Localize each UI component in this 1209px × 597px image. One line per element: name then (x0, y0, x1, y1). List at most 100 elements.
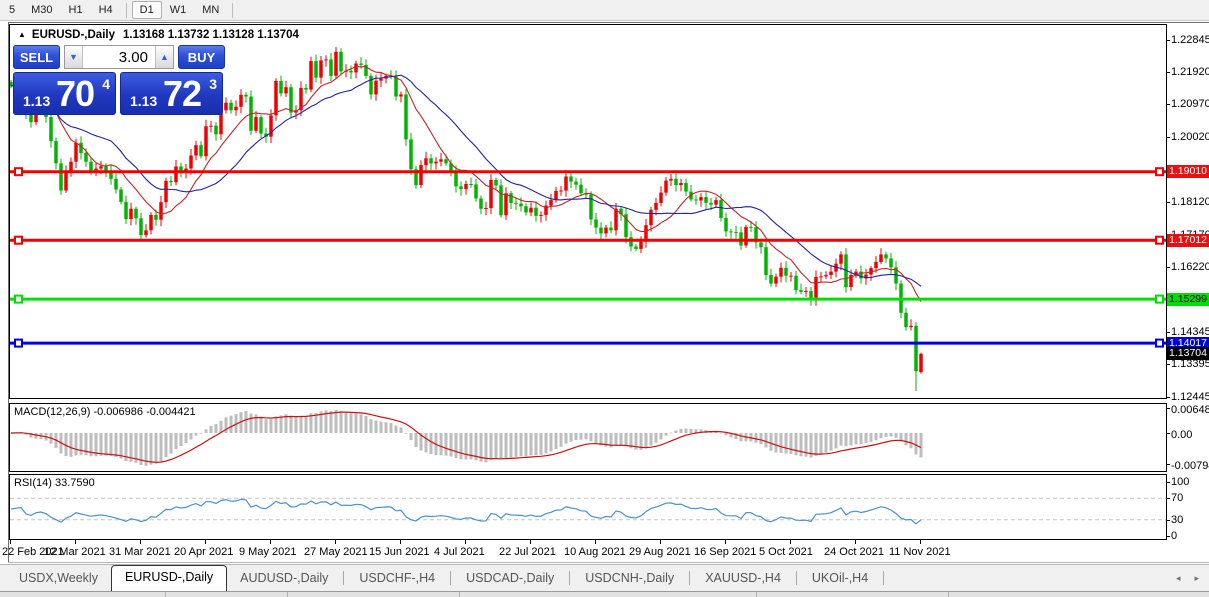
rsi-axis-label: 100 (1171, 476, 1189, 488)
horizontal-line-1.15299[interactable] (10, 296, 1166, 303)
price-axis-badge: 1.15299 (1167, 293, 1209, 306)
date-axis-label: 31 Mar 2021 (109, 546, 171, 558)
price-axis-label: 1.20020 (1171, 131, 1209, 143)
volume-increase-button[interactable]: ▲ (155, 46, 173, 68)
timeframe-button-D1[interactable]: D1 (132, 1, 162, 19)
axis-tick (1166, 397, 1170, 398)
date-axis-tick (270, 540, 271, 544)
price-axis-badge: 1.13704 (1167, 347, 1209, 360)
axis-tick (1166, 332, 1170, 333)
buy-price-main: 72 (163, 73, 201, 115)
axis-tick (1166, 72, 1170, 73)
timeframe-toolbar: 5M30H1H4 D1W1MN (0, 0, 1209, 21)
price-axis-label: 1.20970 (1171, 98, 1209, 110)
bottom-strip (0, 591, 1209, 597)
date-axis-label: 12 Mar 2021 (44, 546, 106, 558)
buy-button[interactable]: BUY (178, 45, 225, 69)
bottom-strip-divider (459, 592, 460, 597)
date-axis-label: 5 Oct 2021 (759, 546, 813, 558)
date-axis-label: 4 Jul 2021 (434, 546, 485, 558)
chart-window-border-bottom (8, 562, 1209, 563)
horizontal-line-1.17012[interactable] (10, 237, 1166, 244)
price-axis-badge: 1.19010 (1167, 165, 1209, 178)
date-axis-label: 11 Nov 2021 (889, 546, 951, 558)
axis-tick (1166, 267, 1170, 268)
date-axis-tick (595, 540, 596, 544)
buy-price-prefix: 1.13 (130, 93, 157, 109)
date-axis-tick (75, 540, 76, 544)
timeframe-button-H1[interactable]: H1 (61, 1, 91, 19)
date-axis-label: 10 Aug 2021 (564, 546, 626, 558)
date-axis-label: 9 May 2021 (239, 546, 296, 558)
timeframe-button-MN[interactable]: MN (194, 1, 227, 19)
date-axis-label: 16 Sep 2021 (694, 546, 756, 558)
buy-price-pip: 3 (209, 76, 217, 92)
timeframe-button-5[interactable]: 5 (1, 1, 23, 19)
toolbar-separator (232, 3, 233, 18)
axis-tick (1166, 137, 1170, 138)
date-axis-label: 24 Oct 2021 (824, 546, 884, 558)
date-axis-tick (725, 540, 726, 544)
tab-usdx-weekly[interactable]: USDX,Weekly (6, 566, 111, 591)
rsi-axis-label: 30 (1171, 514, 1183, 526)
date-axis-tick (140, 540, 141, 544)
sell-price-display[interactable]: 1.13 70 4 (13, 72, 116, 115)
macd-axis-label: -0.007947 (1171, 460, 1209, 472)
chart-ohlc-values: 1.13168 1.13732 1.13128 1.13704 (123, 29, 299, 41)
rsi-panel[interactable] (9, 474, 1167, 540)
tab-scroll-left-icon[interactable]: ◂ (1176, 573, 1181, 584)
date-axis-tick (10, 540, 11, 544)
volume-decrease-button[interactable]: ▼ (65, 46, 83, 68)
timeframe-button-M30[interactable]: M30 (23, 1, 60, 19)
tab-divider (569, 571, 570, 585)
axis-tick (1166, 520, 1170, 521)
horizontal-line-1.14017[interactable] (10, 340, 1166, 347)
tab-divider (450, 571, 451, 585)
date-axis-label: 29 Aug 2021 (629, 546, 691, 558)
tab-usdchf-h4[interactable]: USDCHF-,H4 (346, 566, 448, 591)
date-axis-tick (335, 540, 336, 544)
horizontal-line-1.1901[interactable] (10, 168, 1166, 175)
bottom-strip-divider (287, 592, 288, 597)
volume-input[interactable] (83, 46, 155, 68)
axis-tick (1166, 482, 1170, 483)
axis-tick (1166, 202, 1170, 203)
collapse-triangle-icon[interactable]: ▲ (18, 30, 26, 39)
axis-tick (1166, 364, 1170, 365)
rsi-canvas (10, 475, 1166, 539)
price-axis-badge: 1.17012 (1167, 234, 1209, 247)
tab-ukoil-h4[interactable]: UKOil-,H4 (799, 566, 881, 591)
buy-price-display[interactable]: 1.13 72 3 (120, 72, 223, 115)
date-axis-tick (660, 540, 661, 544)
date-axis-tick (205, 540, 206, 544)
date-axis-tick (855, 540, 856, 544)
chart-tab-bar: USDX,WeeklyEURUSD-,DailyAUDUSD-,DailyUSD… (0, 564, 1209, 591)
date-axis-label: 20 Apr 2021 (174, 546, 233, 558)
tab-scroll-arrows: ◂▸ (1176, 573, 1199, 584)
date-axis-tick (920, 540, 921, 544)
tab-eurusd-daily[interactable]: EURUSD-,Daily (111, 565, 227, 591)
axis-tick (1166, 433, 1170, 434)
date-axis-label: 27 May 2021 (304, 546, 368, 558)
date-axis-label: 15 Jun 2021 (369, 546, 430, 558)
date-axis-tick (530, 540, 531, 544)
macd-axis-label: 0.00 (1171, 429, 1192, 441)
axis-tick (1166, 408, 1170, 409)
timeframe-button-H4[interactable]: H4 (91, 1, 121, 19)
macd-label: MACD(12,26,9) -0.006986 -0.004421 (14, 406, 196, 418)
tab-usdcnh-daily[interactable]: USDCNH-,Daily (572, 566, 687, 591)
date-axis-label: 22 Jul 2021 (499, 546, 556, 558)
sell-button[interactable]: SELL (13, 45, 60, 69)
sell-price-pip: 4 (102, 76, 110, 92)
date-axis-tick (400, 540, 401, 544)
tab-xauusd-h4[interactable]: XAUUSD-,H4 (692, 566, 794, 591)
date-axis-tick (465, 540, 466, 544)
timeframe-button-W1[interactable]: W1 (162, 1, 195, 19)
axis-tick (1166, 464, 1170, 465)
price-axis-label: 1.18120 (1171, 196, 1209, 208)
tab-scroll-right-icon[interactable]: ▸ (1194, 573, 1199, 584)
tab-usdcad-daily[interactable]: USDCAD-,Daily (453, 566, 567, 591)
tab-audusd-daily[interactable]: AUDUSD-,Daily (227, 566, 341, 591)
price-axis-label: 1.12445 (1171, 391, 1209, 403)
one-click-trade-panel: SELL ▼ ▲ BUY 1.13 70 4 1.13 72 3 (13, 45, 225, 115)
